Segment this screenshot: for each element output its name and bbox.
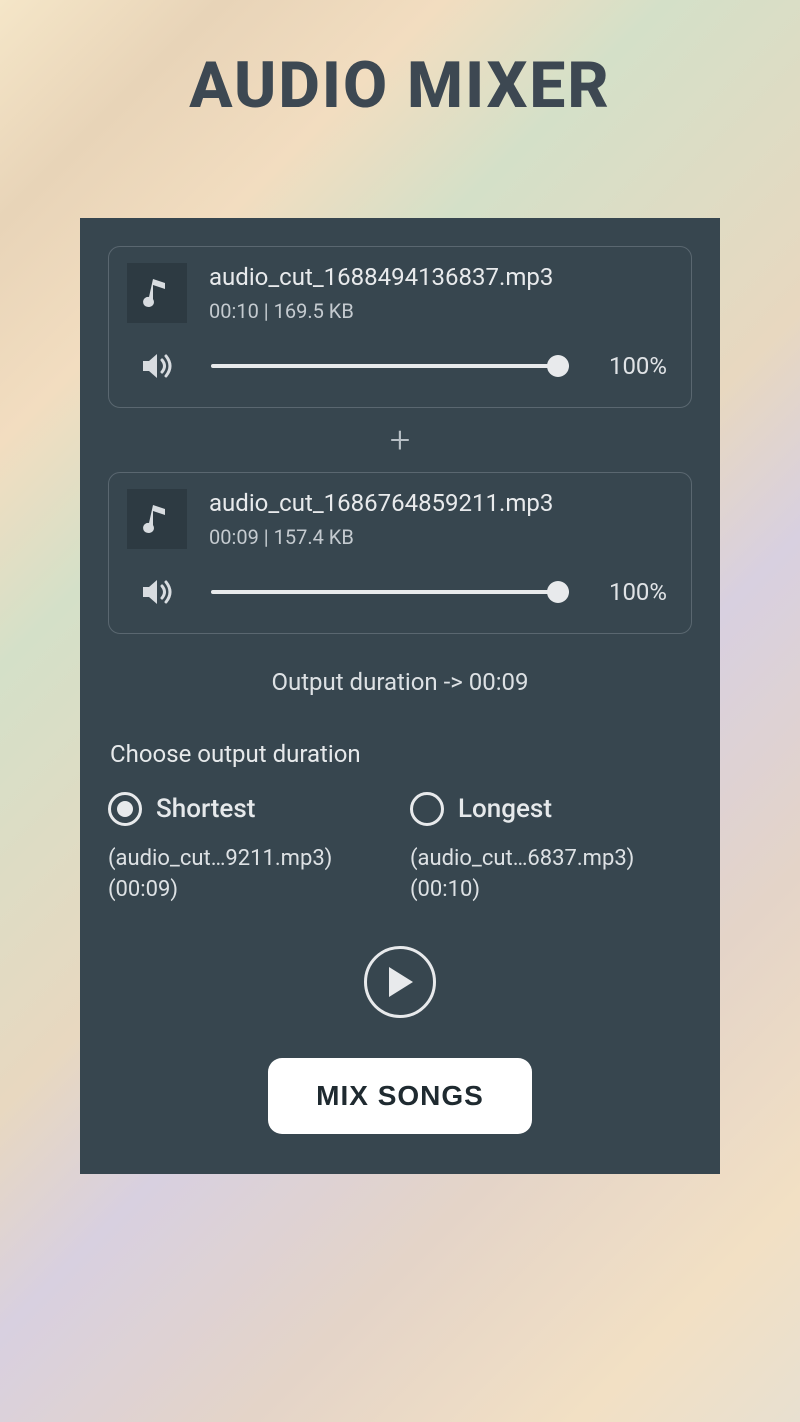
page-title: AUDIO MIXER [189, 48, 610, 123]
output-duration-label: Output duration -> 00:09 [271, 668, 528, 696]
music-note-icon [127, 263, 187, 323]
radio-button-icon [108, 792, 142, 826]
radio-shortest[interactable]: Shortest [108, 792, 390, 826]
volume-value: 100% [601, 578, 667, 606]
radio-sub-duration: (00:09) [108, 875, 390, 906]
volume-slider[interactable] [211, 580, 569, 604]
music-note-icon [127, 489, 187, 549]
mixer-panel: audio_cut_1688494136837.mp3 00:10 | 169.… [80, 218, 720, 1174]
radio-label-longest: Longest [458, 794, 552, 824]
play-icon [385, 965, 415, 999]
add-track-icon[interactable]: + [390, 422, 410, 458]
volume-value: 100% [601, 352, 667, 380]
track-filename: audio_cut_1688494136837.mp3 [209, 263, 667, 291]
radio-label-shortest: Shortest [156, 794, 255, 824]
play-button[interactable] [364, 946, 436, 1018]
radio-button-icon [410, 792, 444, 826]
radio-sub-file: (audio_cut…6837.mp3) [410, 844, 692, 875]
choose-duration-label: Choose output duration [110, 740, 694, 768]
track-meta: 00:10 | 169.5 KB [209, 299, 667, 323]
mix-songs-button[interactable]: MIX SONGS [268, 1058, 532, 1134]
radio-sub-duration: (00:10) [410, 875, 692, 906]
track-card-1: audio_cut_1688494136837.mp3 00:10 | 169.… [108, 246, 692, 408]
volume-icon [137, 351, 179, 381]
track-meta: 00:09 | 157.4 KB [209, 525, 667, 549]
volume-slider[interactable] [211, 354, 569, 378]
track-card-2: audio_cut_1686764859211.mp3 00:09 | 157.… [108, 472, 692, 634]
radio-longest[interactable]: Longest [410, 792, 692, 826]
radio-sub-file: (audio_cut…9211.mp3) [108, 844, 390, 875]
track-filename: audio_cut_1686764859211.mp3 [209, 489, 667, 517]
volume-icon [137, 577, 179, 607]
